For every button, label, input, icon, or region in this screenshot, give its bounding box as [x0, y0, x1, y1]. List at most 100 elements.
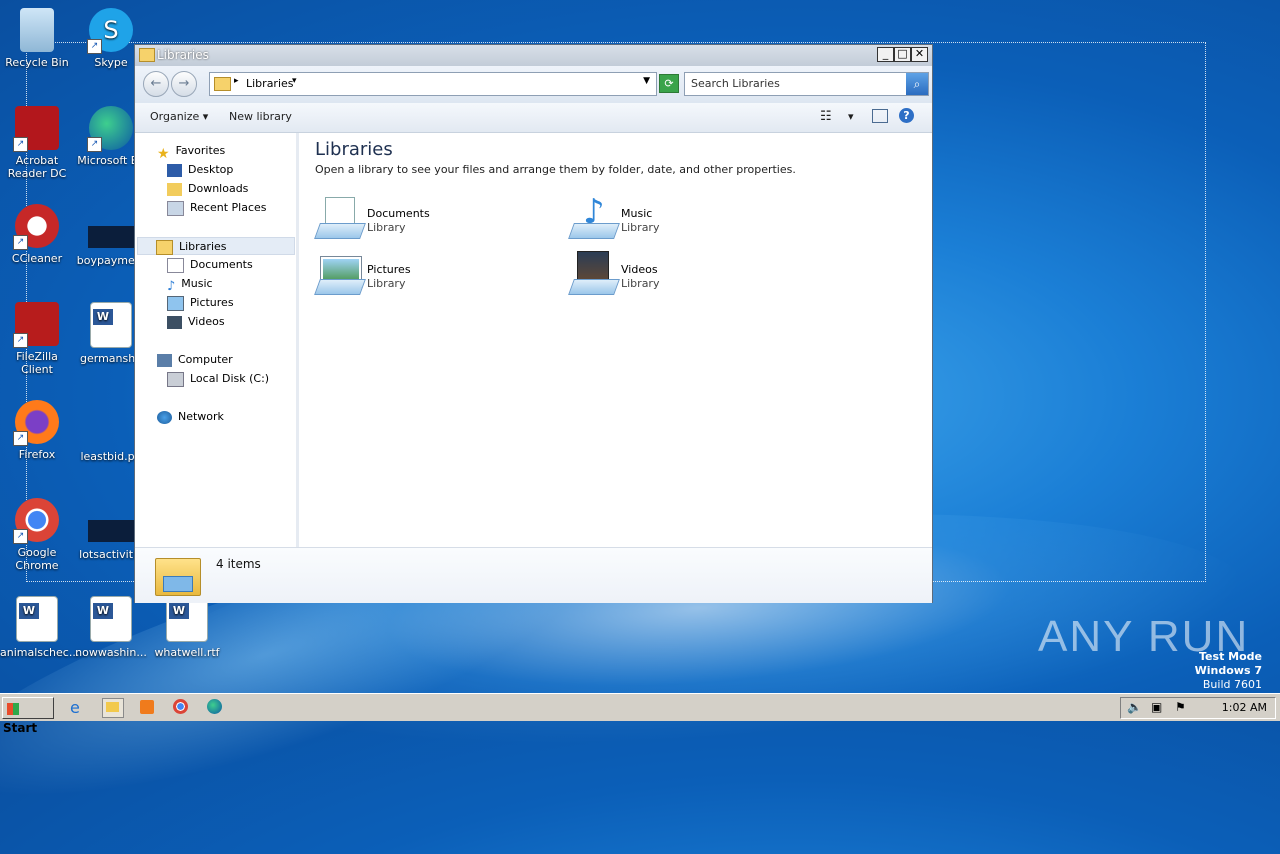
nav-pictures[interactable]: Pictures — [167, 294, 234, 312]
address-history-dropdown-icon[interactable]: ▼ — [643, 76, 650, 86]
speaker-icon[interactable]: 🔈 — [1127, 700, 1142, 714]
desktop-icon-whatwell[interactable]: W whatwell.rtf — [150, 596, 224, 659]
desktop-icon-animalschec[interactable]: W animalschec... — [0, 596, 79, 659]
navigation-pane: ★ Favorites Desktop Downloads Recent Plac… — [135, 133, 299, 547]
internet-explorer-icon[interactable]: e — [70, 698, 90, 717]
new-library-button[interactable]: New library — [229, 110, 292, 123]
search-input[interactable]: Search Libraries — [691, 77, 780, 90]
desktop-icon-recycle-bin[interactable]: Recycle Bin — [0, 8, 74, 69]
back-button[interactable]: ← — [143, 71, 169, 97]
refresh-button[interactable]: ⟳ — [659, 74, 679, 93]
nav-network[interactable]: Network — [157, 408, 224, 426]
desktop-icon-firefox[interactable]: ↗ Firefox — [0, 400, 74, 461]
nav-recent-places[interactable]: Recent Places — [167, 199, 267, 217]
forward-button[interactable]: → — [171, 71, 197, 97]
nav-downloads[interactable]: Downloads — [167, 180, 248, 198]
folder-icon — [139, 48, 155, 62]
icon-label: animalschec... — [0, 646, 80, 659]
desktop-icon-ccleaner[interactable]: ↗ CCleaner — [0, 204, 74, 265]
desktop-icon-nowwashin[interactable]: W nowwashin... — [74, 596, 148, 659]
nav-desktop[interactable]: Desktop — [167, 161, 233, 179]
maximize-button[interactable]: □ — [894, 47, 911, 62]
network-tray-icon[interactable]: ▣ — [1151, 700, 1162, 714]
icon-label: Recycle Bin — [5, 56, 69, 69]
test-mode-watermark: Test Mode Windows 7 Build 7601 — [1194, 650, 1262, 691]
nav-computer[interactable]: Computer — [157, 351, 233, 369]
address-text: Libraries — [246, 77, 294, 90]
desktop-icon-chrome[interactable]: ↗ Google Chrome — [0, 498, 74, 572]
skype-icon: S ↗ — [87, 8, 133, 54]
redacted-thumbnail — [88, 226, 134, 248]
clock[interactable]: 1:02 AM — [1222, 701, 1267, 714]
icon-label: FileZilla Client — [16, 350, 58, 376]
preview-pane-icon[interactable] — [872, 109, 888, 123]
start-button[interactable]: Start — [2, 697, 54, 735]
network-icon — [157, 410, 172, 424]
chevron-right-icon: ▸ — [234, 76, 239, 86]
music-note-icon: ♪ — [167, 278, 176, 294]
icon-label: Firefox — [18, 448, 56, 461]
pictures-icon — [167, 295, 184, 311]
videos-library-icon — [568, 251, 620, 297]
address-bar[interactable]: ▸ Libraries ▾ ▼ — [209, 72, 657, 96]
nav-libraries[interactable]: Libraries — [137, 237, 295, 255]
search-icon[interactable]: ⌕ — [906, 73, 928, 95]
details-pane: 4 items — [135, 547, 932, 603]
nav-favorites[interactable]: ★ Favorites — [157, 142, 225, 162]
organize-button[interactable]: Organize ▾ — [150, 110, 208, 123]
nav-videos[interactable]: Videos — [167, 313, 225, 331]
minimize-button[interactable]: _ — [877, 47, 894, 62]
icon-label: Acrobat Reader DC — [7, 154, 67, 180]
recent-places-icon — [167, 200, 184, 216]
desktop-icon-filezilla[interactable]: ↗ FileZilla Client — [0, 302, 74, 376]
library-pictures[interactable]: Pictures Library — [314, 251, 545, 301]
libraries-icon — [156, 239, 173, 255]
edge-icon: ↗ — [87, 106, 133, 152]
documents-library-icon — [314, 195, 366, 241]
hard-drive-icon — [167, 371, 184, 387]
help-icon[interactable]: ? — [899, 108, 914, 123]
library-type: Library — [621, 221, 660, 234]
explorer-taskbar-button[interactable] — [102, 698, 124, 718]
chevron-down-icon[interactable]: ▾ — [848, 110, 854, 123]
videos-icon — [167, 315, 182, 329]
page-title: Libraries — [315, 139, 393, 160]
page-description: Open a library to see your files and arr… — [315, 163, 796, 176]
recycle-bin-icon — [20, 8, 54, 52]
chevron-down-icon[interactable]: ▾ — [292, 76, 297, 86]
filezilla-icon: ↗ — [13, 302, 59, 348]
desktop-icon — [167, 163, 182, 177]
libraries-icon — [214, 77, 231, 91]
nav-music[interactable]: ♪ Music — [167, 275, 213, 294]
explorer-window: Libraries _ □ ✕ ← → ▸ Libraries ▾ ▼ ⟳ Se… — [134, 44, 933, 603]
desktop-icon-acrobat[interactable]: ↗ Acrobat Reader DC — [0, 106, 74, 180]
word-doc-icon: W — [90, 302, 132, 348]
word-doc-icon: W — [90, 596, 132, 642]
chrome-taskbar-icon[interactable] — [172, 698, 192, 716]
windows-logo-icon — [7, 702, 19, 715]
library-type: Library — [621, 277, 660, 290]
redacted-thumbnail — [88, 520, 134, 542]
view-options-icon[interactable]: ☷ — [820, 109, 832, 124]
icon-label: Google Chrome — [15, 546, 59, 572]
icon-label: whatwell.rtf — [154, 646, 220, 659]
acrobat-icon: ↗ — [13, 106, 59, 152]
nav-documents[interactable]: Documents — [167, 256, 253, 274]
item-count: 4 items — [216, 557, 261, 571]
documents-icon — [167, 257, 184, 273]
edge-taskbar-icon[interactable] — [206, 698, 226, 716]
library-music[interactable]: ♪ Music Library — [568, 195, 799, 245]
downloads-folder-icon — [167, 182, 182, 196]
library-documents[interactable]: Documents Library — [314, 195, 545, 245]
icon-label: leastbid.pn — [80, 450, 142, 463]
title-bar[interactable]: Libraries _ □ ✕ — [135, 45, 932, 66]
search-box[interactable]: Search Libraries ⌕ — [684, 72, 929, 96]
window-title: Libraries — [157, 48, 209, 62]
media-player-icon[interactable] — [138, 698, 158, 716]
action-center-flag-icon[interactable]: ⚑ — [1175, 700, 1186, 714]
library-videos[interactable]: Videos Library — [568, 251, 799, 301]
library-type: Library — [367, 277, 406, 290]
library-name: Pictures — [367, 263, 411, 276]
close-button[interactable]: ✕ — [911, 47, 928, 62]
nav-local-disk[interactable]: Local Disk (C:) — [167, 370, 269, 388]
